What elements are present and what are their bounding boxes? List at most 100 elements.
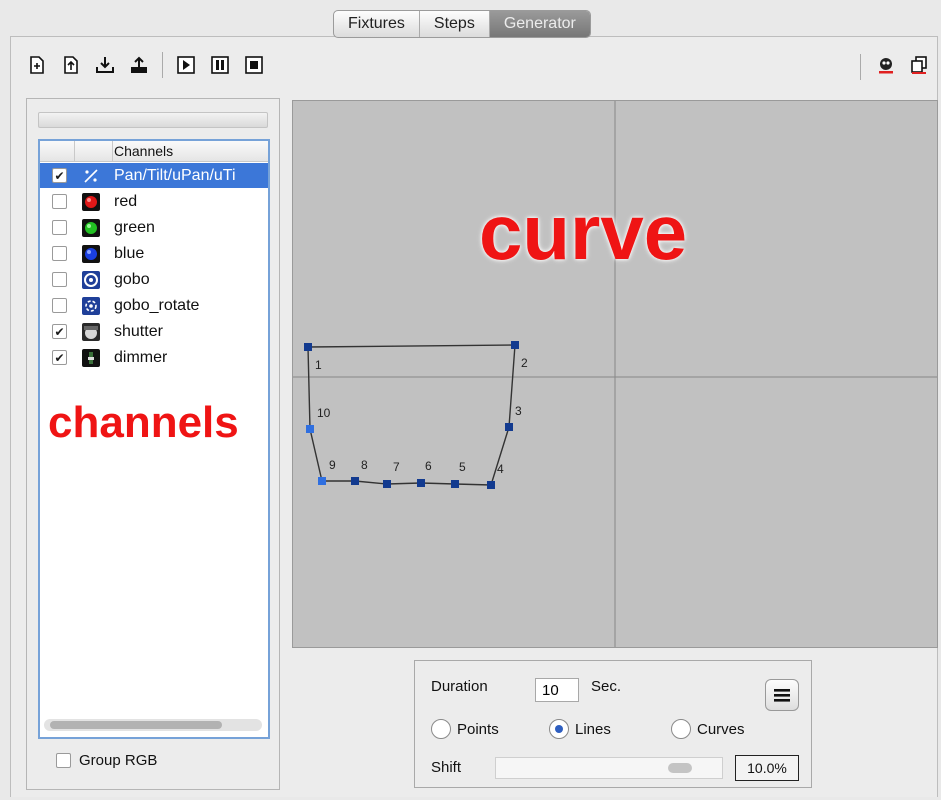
mode-curves[interactable]: Curves: [671, 719, 745, 739]
mode-points[interactable]: Points: [431, 719, 499, 739]
channel-row-gobo-rotate[interactable]: gobo_rotate: [40, 293, 268, 318]
gobo-icon: [82, 270, 100, 289]
shift-slider-thumb[interactable]: [668, 763, 692, 773]
fixture-icon[interactable]: [875, 54, 897, 76]
channel-checkbox[interactable]: [52, 298, 67, 313]
channel-label: dimmer: [114, 348, 168, 366]
radio-lines[interactable]: [549, 719, 569, 739]
horizontal-scrollbar[interactable]: [44, 719, 262, 731]
toolbar: [26, 52, 265, 78]
curve-point[interactable]: [417, 479, 425, 487]
tab-generator[interactable]: Generator: [489, 11, 590, 37]
scrollbar-thumb[interactable]: [50, 721, 222, 729]
curve-point-label: 9: [329, 458, 336, 472]
mode-curves-label: Curves: [697, 720, 745, 738]
toolbar-separator: [162, 52, 163, 78]
channel-checkbox[interactable]: [52, 272, 67, 287]
channel-label: Pan/Tilt/uPan/uTi: [114, 166, 236, 184]
duration-label: Duration: [431, 678, 488, 695]
channel-checkbox[interactable]: ✔: [52, 324, 67, 339]
gobo-rotate-icon: [82, 296, 100, 315]
column-divider: [112, 141, 113, 161]
menu-button[interactable]: [765, 679, 799, 711]
curve-point-label: 2: [521, 356, 528, 370]
shift-value: 10.0%: [735, 755, 799, 781]
curve-area[interactable]: 1 2 3 4 5 6 7 8 9 10: [293, 101, 937, 647]
open-document-icon[interactable]: [60, 54, 82, 76]
curve-point-label: 4: [497, 462, 504, 476]
copy-icon[interactable]: [908, 54, 930, 76]
channel-row-red[interactable]: red: [40, 189, 268, 214]
red-color-icon: [82, 192, 100, 211]
mode-lines-label: Lines: [575, 720, 611, 738]
radio-points[interactable]: [431, 719, 451, 739]
channel-row-pan-tilt[interactable]: ✔ Pan/Tilt/uPan/uTi: [40, 163, 268, 188]
curve-point-label: 5: [459, 460, 466, 474]
channel-label: shutter: [114, 322, 163, 340]
blue-color-icon: [82, 244, 100, 263]
curve-point[interactable]: [304, 343, 312, 351]
group-rgb-label: Group RGB: [79, 752, 158, 769]
channel-checkbox[interactable]: ✔: [52, 350, 67, 365]
curve-point[interactable]: [451, 480, 459, 488]
channel-row-blue[interactable]: blue: [40, 241, 268, 266]
curve-point-label: 7: [393, 460, 400, 474]
import-icon[interactable]: [94, 54, 116, 76]
generator-settings-panel: Duration Sec. Points Lines Curves Shift …: [414, 660, 812, 788]
curve-point-label: 3: [515, 404, 522, 418]
curve-point[interactable]: [351, 477, 359, 485]
channel-label: red: [114, 192, 138, 210]
stop-icon[interactable]: [243, 54, 265, 76]
new-document-icon[interactable]: [26, 54, 48, 76]
curve-point[interactable]: [511, 341, 519, 349]
curve-point-label: 10: [317, 406, 331, 420]
pause-icon[interactable]: [209, 54, 231, 76]
channels-header-label: Channels: [114, 143, 174, 159]
curve-point[interactable]: [306, 425, 314, 433]
channel-checkbox[interactable]: [52, 246, 67, 261]
channel-checkbox[interactable]: ✔: [52, 168, 67, 183]
curve-point-label: 6: [425, 459, 432, 473]
curve-path: [307, 344, 516, 486]
pan-tilt-icon: [82, 167, 100, 185]
mode-points-label: Points: [457, 720, 499, 738]
curve-point[interactable]: [318, 477, 326, 485]
radio-curves[interactable]: [671, 719, 691, 739]
channel-row-gobo[interactable]: gobo: [40, 267, 268, 292]
mode-lines[interactable]: Lines: [549, 719, 611, 739]
menu-icon: [774, 689, 790, 702]
curve-point[interactable]: [505, 423, 513, 431]
curve-point[interactable]: [383, 480, 391, 488]
shift-label: Shift: [431, 759, 462, 776]
channel-checkbox[interactable]: [52, 220, 67, 235]
export-icon[interactable]: [128, 54, 150, 76]
channel-label: green: [114, 218, 155, 236]
channel-checkbox[interactable]: [52, 194, 67, 209]
group-rgb-option[interactable]: Group RGB: [56, 752, 157, 769]
tab-steps[interactable]: Steps: [420, 11, 490, 37]
green-color-icon: [82, 218, 100, 237]
curve-point-label: 1: [315, 358, 322, 372]
shift-slider[interactable]: [495, 757, 723, 779]
channels-panel-handle[interactable]: [38, 112, 268, 128]
channel-row-green[interactable]: green: [40, 215, 268, 240]
play-icon[interactable]: [175, 54, 197, 76]
channel-row-shutter[interactable]: ✔ shutter: [40, 319, 268, 344]
channel-label: gobo: [114, 270, 150, 288]
duration-input[interactable]: [535, 678, 579, 702]
curve-point[interactable]: [487, 481, 495, 489]
group-rgb-checkbox[interactable]: [56, 753, 71, 768]
channel-row-dimmer[interactable]: ✔ dimmer: [40, 345, 268, 370]
channels-annotation: channels: [48, 398, 239, 447]
tab-fixtures[interactable]: Fixtures: [334, 11, 420, 37]
channel-label: gobo_rotate: [114, 296, 200, 314]
curve-canvas[interactable]: 1 2 3 4 5 6 7 8 9 10 curve: [292, 100, 938, 648]
curve-point-label: 8: [361, 458, 368, 472]
toolbar-separator-right: [860, 54, 861, 80]
channel-label: blue: [114, 244, 145, 262]
tab-bar: Fixtures Steps Generator: [333, 10, 591, 38]
duration-unit: Sec.: [591, 678, 622, 695]
column-divider: [74, 141, 75, 161]
dimmer-icon: [82, 348, 100, 367]
channels-header[interactable]: Channels: [40, 141, 268, 162]
